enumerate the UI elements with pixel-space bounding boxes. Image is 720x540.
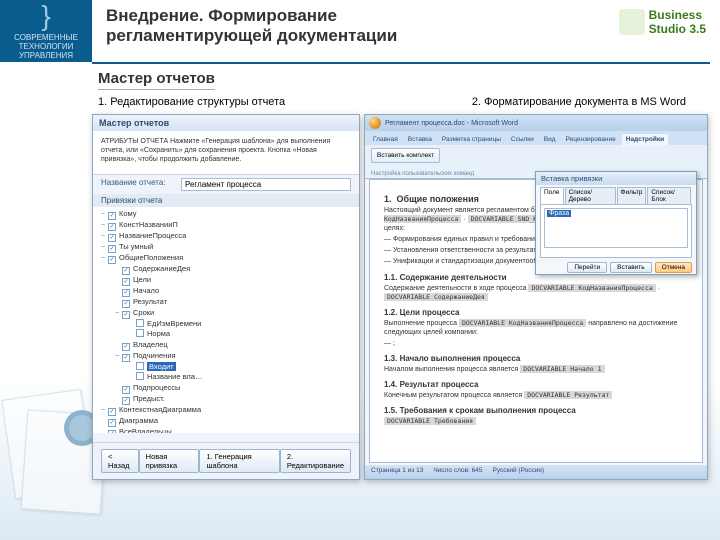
tree-item[interactable]: −✓Подчинения Входит Название вла… xyxy=(113,351,355,383)
dialog-tab[interactable]: Список/Блок xyxy=(647,187,691,204)
office-orb-icon[interactable] xyxy=(369,117,381,129)
tree-item[interactable]: −✓КонстНазванииП xyxy=(99,220,355,231)
tree-item[interactable]: −✓ОбщиеПоложения ✓СодержаниеДея ✓Цели ✓Н… xyxy=(99,253,355,405)
list-item[interactable]: Фраза xyxy=(547,210,571,217)
tree-item[interactable]: ✓Диаграмма xyxy=(99,416,355,427)
tree-item[interactable]: ✓Начало xyxy=(113,286,355,297)
subtitle: Мастер отчетов xyxy=(98,70,215,90)
word-window: Регламент процесса.doc - Microsoft Word … xyxy=(364,114,708,480)
cancel-button[interactable]: Отмена xyxy=(655,262,692,273)
ribbon-tab[interactable]: Ссылки xyxy=(507,134,538,145)
edit-button[interactable]: 2. Редактирование xyxy=(280,449,351,473)
binding-tree[interactable]: −✓Кому−✓КонстНазванииП−✓НазваниеПроцесса… xyxy=(93,207,359,433)
caption-right: 2. Форматирование документа в MS Word xyxy=(472,96,686,108)
name-label: Название отчета: xyxy=(101,178,181,191)
tree-item[interactable]: ЕдИзмВремени xyxy=(127,319,355,329)
tree-item[interactable]: −✓НазваниеПроцесса xyxy=(99,231,355,242)
new-binding-button[interactable]: Новая привязка xyxy=(139,449,200,473)
tree-item[interactable]: −✓Ты умный xyxy=(99,242,355,253)
tree-item[interactable]: ✓Владелец xyxy=(113,340,355,351)
dialog-tab[interactable]: Фильтр xyxy=(617,187,647,204)
product-logo: BusinessStudio 3.5 xyxy=(619,8,706,36)
dialog-tab[interactable]: Поле xyxy=(540,187,564,204)
ribbon-group-label: Настройка пользовательских команд xyxy=(371,171,474,177)
dialog-tab[interactable]: Список/Дерево xyxy=(565,187,616,204)
ribbon-tabs[interactable]: ГлавнаяВставкаРазметка страницыСсылкиВид… xyxy=(365,131,707,145)
dialog-title: Вставка привязки xyxy=(536,172,696,185)
detail-button[interactable]: Перейти xyxy=(567,262,607,273)
ribbon-tab[interactable]: Главная xyxy=(369,134,402,145)
wizard-hint: АТРИБУТЫ ОТЧЕТА Нажмите «Генерация шабло… xyxy=(93,131,359,175)
ribbon-tab[interactable]: Рецензирование xyxy=(562,134,620,145)
tree-header: Привязки отчета xyxy=(93,194,359,207)
report-name-input[interactable] xyxy=(181,178,351,191)
tree-item[interactable]: Название вла… xyxy=(127,372,355,382)
studio-icon xyxy=(619,9,645,35)
tree-item[interactable]: Входит xyxy=(127,362,355,372)
word-status-bar: Страница 1 из 13 Число слов: 645 Русский… xyxy=(365,465,707,479)
generate-template-button[interactable]: 1. Генерация шаблона xyxy=(199,449,279,473)
tree-item[interactable]: −✓Сроки ЕдИзмВремени Норма xyxy=(113,308,355,340)
wizard-title: Мастер отчетов xyxy=(93,115,359,131)
tree-item[interactable]: Норма xyxy=(127,329,355,339)
ribbon-tab[interactable]: Вставка xyxy=(404,134,436,145)
insert-button[interactable]: Вставить xyxy=(610,262,652,273)
brand-badge: } СОВРЕМЕННЫЕ ТЕХНОЛОГИИ УПРАВЛЕНИЯ xyxy=(0,0,92,62)
ribbon-tab[interactable]: Вид xyxy=(540,134,560,145)
back-button[interactable]: < Назад xyxy=(101,449,139,473)
tree-item[interactable]: ✓Предыст. xyxy=(113,394,355,405)
ribbon-tab[interactable]: Надстройки xyxy=(622,134,668,145)
tree-item[interactable]: ✓Результат xyxy=(113,297,355,308)
tree-item[interactable]: ✓ВсеВладельцы xyxy=(99,427,355,433)
caption-left: 1. Редактирование структуры отчета xyxy=(98,96,285,108)
ribbon-tab[interactable]: Разметка страницы xyxy=(438,134,505,145)
tree-item[interactable]: ✓Цели xyxy=(113,275,355,286)
tree-item[interactable]: −✓Кому xyxy=(99,209,355,220)
binding-list[interactable]: Фраза xyxy=(544,208,688,248)
tree-item[interactable]: −✓КонтекстнаяДиаграмма xyxy=(99,405,355,416)
insert-binding-dialog: Вставка привязки ПолеСписок/ДеревоФильтр… xyxy=(535,171,697,275)
report-wizard-window: Мастер отчетов АТРИБУТЫ ОТЧЕТА Нажмите «… xyxy=(92,114,360,480)
word-title: Регламент процесса.doc - Microsoft Word xyxy=(385,120,518,127)
tree-item[interactable]: ✓Подпроцессы xyxy=(113,383,355,394)
insert-set-button[interactable]: Вставить комплект xyxy=(371,148,440,163)
tree-item[interactable]: ✓СодержаниеДея xyxy=(113,264,355,275)
